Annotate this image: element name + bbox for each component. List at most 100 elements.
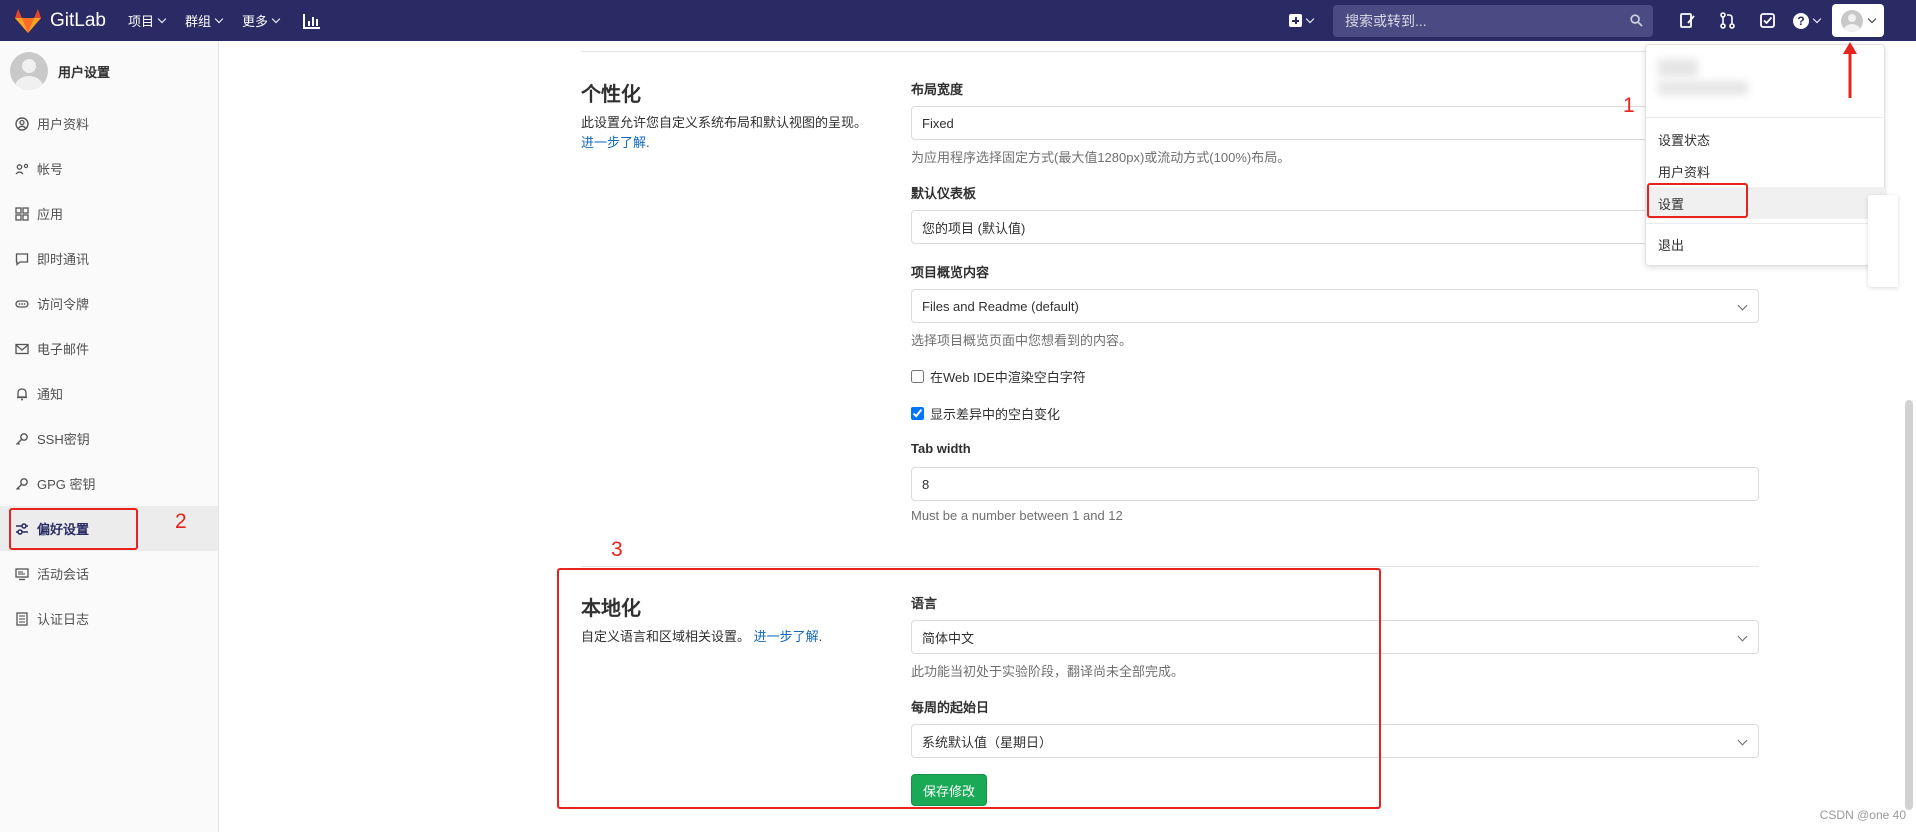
sidebar-item-ssh-keys[interactable]: SSH密钥 <box>0 416 218 461</box>
sidebar-item-label: 应用 <box>37 207 64 222</box>
annotation-box-settings <box>1647 183 1748 218</box>
chat-icon <box>15 252 29 266</box>
sidebar-item-access-tokens[interactable]: 访问令牌 <box>0 281 218 326</box>
watermark: CSDN @one 40 <box>1819 808 1906 822</box>
sidebar-item-label: 通知 <box>37 387 64 402</box>
key-icon <box>16 432 28 445</box>
layout-width-value: Fixed <box>922 115 954 131</box>
sidebar-item-label: 活动会话 <box>37 567 90 582</box>
sidebar-item-label: 用户资料 <box>37 117 90 132</box>
annotation-box-preferences <box>9 508 138 550</box>
avatar <box>10 52 48 90</box>
chevron-down-icon <box>214 14 224 23</box>
monitor-icon <box>15 567 29 580</box>
key-icon <box>16 477 28 490</box>
chevron-down-icon <box>1737 735 1748 746</box>
merge-requests-icon-link[interactable] <box>1707 0 1747 41</box>
tab-width-input[interactable] <box>911 467 1759 501</box>
user-avatar-icon <box>1841 9 1863 32</box>
layout-width-help: 为应用程序选择固定方式(最大值1280px)或流动方式(100%)布局。 <box>911 150 1291 165</box>
sidebar-item-label: GPG 密钥 <box>37 477 96 492</box>
issues-icon <box>1679 13 1695 28</box>
chevron-down-icon <box>1867 14 1877 23</box>
user-icon <box>15 116 29 131</box>
sidebar-item-account[interactable]: 帐号 <box>0 146 218 191</box>
project-overview-value: Files and Readme (default) <box>922 298 1079 314</box>
nav-more[interactable]: 更多 <box>242 11 281 30</box>
nav-projects[interactable]: 项目 <box>127 11 167 30</box>
bell-icon <box>17 387 27 400</box>
gitlab-logo-link[interactable]: GitLab <box>14 8 106 34</box>
new-item-button[interactable] <box>1289 14 1315 27</box>
chevron-down-icon <box>157 14 167 23</box>
sidebar-header[interactable]: 用户设置 <box>0 41 218 101</box>
personalization-description: 此设置允许您自定义系统布局和默认视图的呈现。 进一步了解. <box>581 113 881 153</box>
render-whitespace-row[interactable]: 在Web IDE中渲染空白字符 <box>911 367 1086 386</box>
sidebar-item-emails[interactable]: 电子邮件 <box>0 326 218 371</box>
default-dashboard-label: 默认仪表板 <box>911 186 977 201</box>
token-icon <box>15 299 29 308</box>
sidebar-item-label: 帐号 <box>37 162 64 177</box>
applications-icon <box>15 206 29 221</box>
help-button[interactable]: ? <box>1793 12 1822 29</box>
sidebar-item-profile[interactable]: 用户资料 <box>0 101 218 146</box>
sidebar-item-active-sessions[interactable]: 活动会话 <box>0 551 218 596</box>
issues-icon-link[interactable] <box>1667 0 1707 41</box>
chevron-down-icon <box>1812 14 1822 23</box>
annotation-number-1: 1 <box>1623 94 1635 117</box>
show-whitespace-row[interactable]: 显示差异中的空白变化 <box>911 404 1060 423</box>
floating-side-widget[interactable] <box>1868 195 1898 287</box>
sidebar-item-chat[interactable]: 即时通讯 <box>0 236 218 281</box>
render-whitespace-label: 在Web IDE中渲染空白字符 <box>930 370 1086 385</box>
user-menu-button[interactable] <box>1832 4 1884 37</box>
nav-more-label: 更多 <box>242 14 269 29</box>
sidebar-item-label: 电子邮件 <box>37 342 90 357</box>
tab-width-help: Must be a number between 1 and 12 <box>911 508 1123 523</box>
nav-groups[interactable]: 群组 <box>185 11 224 30</box>
chevron-down-icon <box>1737 300 1748 311</box>
search-box <box>1333 4 1653 37</box>
divider <box>581 51 1759 52</box>
red-arrow-annotation <box>1843 42 1857 98</box>
sidebar-item-label: 认证日志 <box>37 612 90 627</box>
search-input[interactable] <box>1343 11 1630 30</box>
render-whitespace-checkbox[interactable] <box>911 370 924 383</box>
sidebar-item-label: SSH密钥 <box>37 432 90 447</box>
log-icon <box>16 611 28 626</box>
personalization-title: 个性化 <box>581 84 641 106</box>
todos-icon-link[interactable] <box>1747 0 1787 41</box>
sidebar-item-gpg-keys[interactable]: GPG 密钥 <box>0 461 218 506</box>
annotation-box-localization <box>557 568 1381 809</box>
divider <box>581 566 1759 567</box>
show-whitespace-label: 显示差异中的空白变化 <box>930 407 1061 422</box>
chevron-down-icon <box>271 14 281 23</box>
default-dashboard-select[interactable]: 您的项目 (默认值) <box>911 210 1759 244</box>
plus-square-icon <box>1289 14 1302 27</box>
mail-icon <box>15 343 29 354</box>
search-icon[interactable] <box>1630 14 1643 27</box>
sidebar-item-auth-log[interactable]: 认证日志 <box>0 596 218 641</box>
todo-check-icon <box>1759 13 1775 28</box>
project-overview-select[interactable]: Files and Readme (default) <box>911 289 1759 323</box>
personalization-learn-more-link[interactable]: 进一步了解 <box>581 135 646 150</box>
nav-projects-label: 项目 <box>127 14 154 29</box>
personalization-description-text: 此设置允许您自定义系统布局和默认视图的呈现。 <box>581 115 868 130</box>
default-dashboard-value: 您的项目 (默认值) <box>922 220 1026 236</box>
show-whitespace-checkbox[interactable] <box>911 407 924 420</box>
scrollbar-thumb[interactable] <box>1905 400 1913 810</box>
chevron-down-icon <box>1305 14 1315 23</box>
project-overview-help: 选择项目概览页面中您想看到的内容。 <box>911 333 1133 348</box>
project-overview-label: 项目概览内容 <box>911 265 990 280</box>
sidebar-item-notifications[interactable]: 通知 <box>0 371 218 416</box>
set-status-item[interactable]: 设置状态 <box>1646 123 1886 155</box>
help-icon: ? <box>1793 12 1809 29</box>
annotation-number-2: 2 <box>175 510 187 533</box>
dropdown-divider <box>1646 223 1886 224</box>
dropdown-divider <box>1646 117 1886 118</box>
merge-request-icon <box>1719 12 1735 29</box>
sidebar-item-applications[interactable]: 应用 <box>0 191 218 236</box>
activity-chart-icon[interactable] <box>303 13 321 29</box>
chevron-down-icon <box>1737 631 1748 642</box>
sign-out-item[interactable]: 退出 <box>1646 228 1886 260</box>
gitlab-tanuki-icon <box>15 8 41 33</box>
